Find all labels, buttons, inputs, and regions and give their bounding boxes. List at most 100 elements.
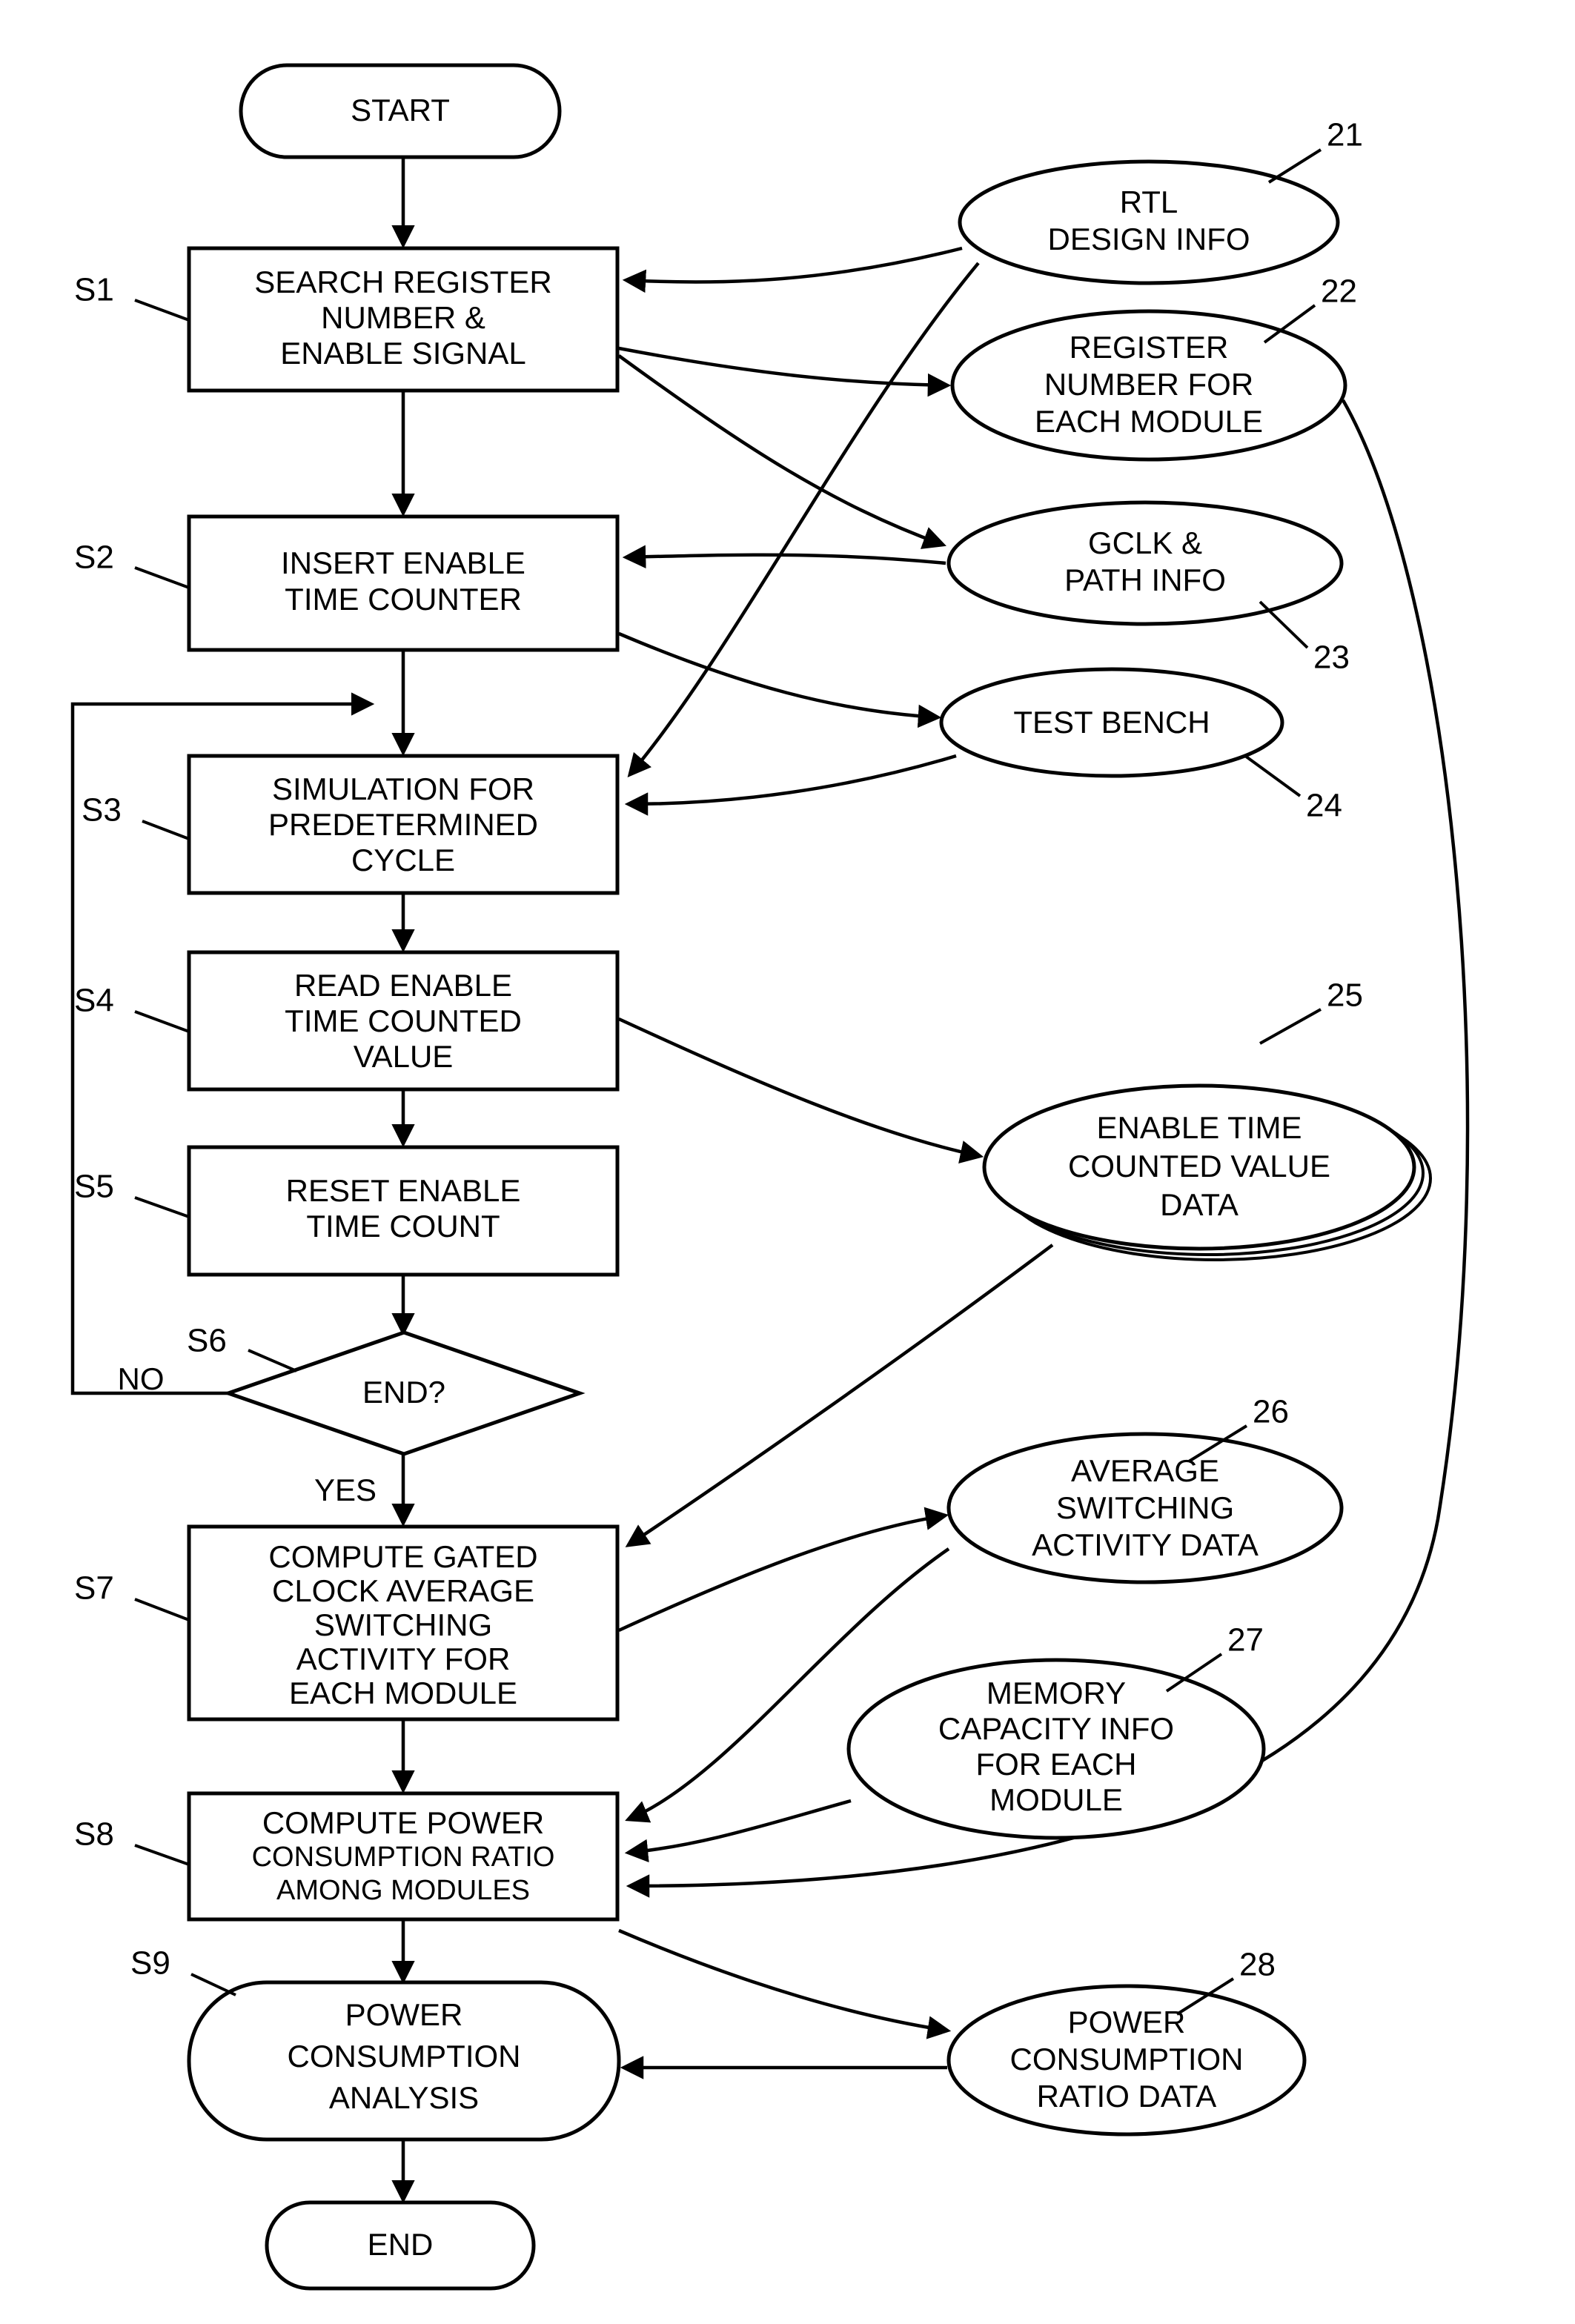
analysis-s9-line-3: ANALYSIS [329,2080,479,2115]
decision-s6: END? S6 NO YES [118,1323,586,1507]
power-ratio-line-2: CONSUMPTION [1010,2042,1244,2076]
conn-memory-capacity-to-s8 [624,1799,852,1863]
rtl-design-info-line-2: DESIGN INFO [1047,222,1250,256]
step-label-s4: S4 [74,983,114,1019]
power-ratio-line-3: RATIO DATA [1037,2079,1217,2114]
flowchart-canvas: START END SEARCH REGISTER NUMBER & ENABL… [70,63,1470,2291]
conn-test-bench-to-s3 [624,754,957,816]
process-s8: COMPUTE POWER CONSUMPTION RATIO AMONG MO… [74,1791,620,1922]
terminal-start: START [239,63,562,159]
step-leader-s5 [134,1196,190,1218]
ref-label-25: 25 [1327,977,1363,1014]
decision-no-label: NO [118,1361,165,1396]
gclk-path-info-line-2: PATH INFO [1064,562,1226,597]
step-label-s3: S3 [82,792,122,829]
data-node-power-consumption-ratio-data: POWER CONSUMPTION RATIO DATA 28 [946,1947,1307,2137]
step-leader-s1 [134,299,190,322]
step-label-s7: S7 [74,1570,114,1607]
register-number-line-1: REGISTER [1070,330,1229,365]
ref-leader-23 [1259,600,1309,649]
conn-s2-to-test-bench [618,631,942,728]
ref-label-27: 27 [1227,1622,1264,1659]
step-label-s8: S8 [74,1816,114,1853]
data-node-enable-time-counted-value-data: ENABLE TIME COUNTED VALUE DATA 25 [982,977,1432,1261]
step-label-s2: S2 [74,540,114,576]
memory-capacity-line-4: MODULE [989,1782,1123,1817]
step-leader-s3 [142,820,190,840]
process-s7-line-5: EACH MODULE [289,1676,517,1710]
process-s2-line-1: INSERT ENABLE [281,545,525,580]
step-label-s9: S9 [130,1945,170,1982]
step-leader-s7 [134,1598,190,1621]
step-label-s1: S1 [74,272,114,308]
ref-leader-24 [1244,754,1302,797]
step-label-s5: S5 [74,1169,114,1205]
ref-label-23: 23 [1313,640,1350,676]
test-bench-line-1: TEST BENCH [1013,705,1210,740]
register-number-line-3: EACH MODULE [1035,404,1263,439]
process-s1: SEARCH REGISTER NUMBER & ENABLE SIGNAL S… [74,246,620,393]
memory-capacity-line-2: CAPACITY INFO [938,1711,1174,1746]
process-s4-line-3: VALUE [354,1039,454,1074]
data-node-register-number: REGISTER NUMBER FOR EACH MODULE 22 [950,273,1357,462]
process-s5-line-2: TIME COUNT [306,1209,500,1244]
enable-time-data-line-3: DATA [1160,1187,1239,1222]
data-node-gclk-path-info: GCLK & PATH INFO 23 [946,500,1350,676]
ref-label-26: 26 [1253,1394,1289,1430]
enable-time-data-line-1: ENABLE TIME [1097,1110,1302,1145]
end-terminal-label: END [368,2227,434,2262]
data-node-average-switching-activity-data: AVERAGE SWITCHING ACTIVITY DATA 26 [946,1394,1344,1584]
step-leader-s9 [190,1973,236,1996]
process-s7-line-3: SWITCHING [314,1607,492,1642]
step-leader-s6 [248,1349,297,1372]
step-leader-s2 [134,566,190,589]
start-terminal-label: START [351,93,450,127]
process-s5: RESET ENABLE TIME COUNT S5 [74,1145,620,1277]
process-s3-line-1: SIMULATION FOR [272,771,534,806]
memory-capacity-line-1: MEMORY [987,1676,1126,1710]
analysis-s9-line-2: CONSUMPTION [288,2039,521,2074]
conn-s4-to-enable-time-data [618,1017,984,1163]
ref-leader-21 [1267,148,1322,184]
process-s5-line-1: RESET ENABLE [286,1173,521,1208]
ref-leader-25 [1259,1008,1322,1045]
conn-s7-to-avg-switching [618,1507,949,1633]
power-ratio-line-1: POWER [1068,2005,1186,2039]
conn-s8-to-power-ratio [618,1928,952,2039]
process-s1-line-2: NUMBER & [321,300,485,335]
process-s3: SIMULATION FOR PREDETERMINED CYCLE S3 [82,754,620,895]
step-label-s6: S6 [187,1323,227,1359]
process-s4-line-1: READ ENABLE [294,968,512,1003]
conn-rtl-to-s1 [622,246,963,293]
process-s1-line-1: SEARCH REGISTER [254,265,551,299]
ref-label-21: 21 [1327,117,1363,153]
decision-s6-label: END? [362,1375,445,1410]
analysis-s9: POWER CONSUMPTION ANALYSIS S9 [130,1945,621,2142]
conn-gclk-to-s2 [622,545,946,569]
process-s8-line-1: COMPUTE POWER [262,1805,544,1840]
data-node-memory-capacity-info: MEMORY CAPACITY INFO FOR EACH MODULE 27 [846,1622,1266,1840]
step-leader-s4 [134,1010,190,1033]
decision-yes-label: YES [314,1473,377,1507]
step-leader-s8 [134,1844,190,1866]
ref-label-28: 28 [1239,1947,1276,1983]
process-s7-line-4: ACTIVITY FOR [296,1641,511,1676]
enable-time-data-line-2: COUNTED VALUE [1068,1149,1330,1183]
process-s3-line-2: PREDETERMINED [268,807,538,842]
register-number-line-2: NUMBER FOR [1044,367,1253,402]
conn-s1-to-register-number [618,346,952,397]
process-s7-line-1: COMPUTE GATED [268,1539,537,1574]
process-s4: READ ENABLE TIME COUNTED VALUE S4 [74,950,620,1092]
process-s3-line-3: CYCLE [351,843,455,877]
gclk-path-info-line-1: GCLK & [1088,525,1202,560]
ref-label-24: 24 [1306,788,1342,824]
avg-switching-line-1: AVERAGE [1071,1453,1219,1488]
process-s7-line-2: CLOCK AVERAGE [272,1573,534,1608]
ref-label-22: 22 [1321,273,1357,310]
data-node-test-bench: TEST BENCH 24 [939,667,1342,824]
rtl-design-info-line-1: RTL [1120,185,1178,219]
data-node-rtl-design-info: RTL DESIGN INFO 21 [958,117,1363,285]
process-s8-line-2: CONSUMPTION RATIO [252,1842,555,1873]
process-s4-line-2: TIME COUNTED [285,1003,522,1038]
terminal-end: END [265,2200,536,2291]
